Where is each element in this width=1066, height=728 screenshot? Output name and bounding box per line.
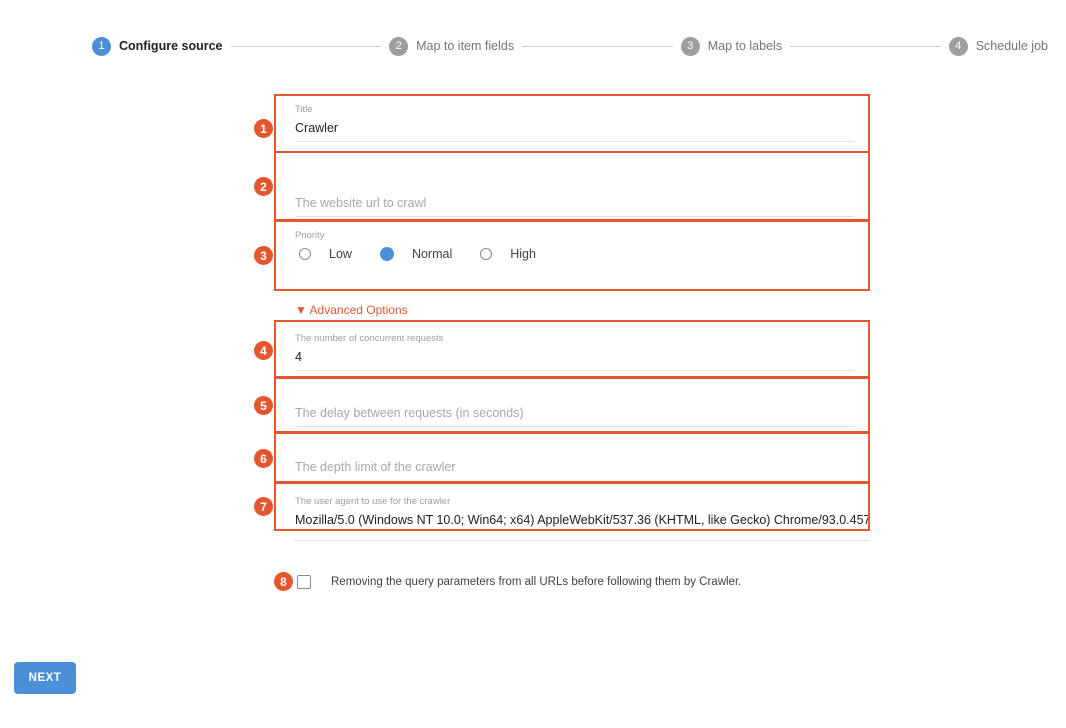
depth-limit-field[interactable]: The depth limit of the crawler xyxy=(274,432,870,483)
remove-query-params-checkbox[interactable] xyxy=(297,574,311,589)
step-map-to-item-fields[interactable]: 2 Map to item fields xyxy=(389,36,515,56)
concurrent-requests-field[interactable]: The number of concurrent requests 4 xyxy=(274,320,870,378)
input-underline xyxy=(295,426,854,427)
title-field[interactable]: Title Crawler xyxy=(274,94,870,153)
radio-high[interactable]: High xyxy=(476,247,536,261)
input-underline xyxy=(295,216,854,217)
concurrent-requests-input[interactable]: 4 xyxy=(295,350,854,364)
annotation-badge: 6 xyxy=(254,449,273,468)
radio-low[interactable]: Low xyxy=(295,247,352,261)
step-number: 3 xyxy=(680,36,700,56)
step-number: 2 xyxy=(389,36,409,56)
step-number: 1 xyxy=(92,36,111,56)
input-underline xyxy=(293,540,869,541)
radio-label: High xyxy=(510,247,536,261)
annotation-badge: 3 xyxy=(254,246,273,265)
delay-input[interactable]: The delay between requests (in seconds) xyxy=(295,406,854,420)
annotation-badge: 5 xyxy=(254,396,273,415)
url-input[interactable]: The website url to crawl xyxy=(295,196,854,210)
delay-field[interactable]: The delay between requests (in seconds) xyxy=(274,377,870,433)
radio-normal[interactable]: Normal xyxy=(376,247,452,261)
concurrent-requests-label: The number of concurrent requests xyxy=(295,333,444,344)
step-label: Configure source xyxy=(119,39,223,53)
step-map-to-labels[interactable]: 3 Map to labels xyxy=(680,36,783,56)
radio-label: Normal xyxy=(411,247,453,261)
radio-unchecked-icon[interactable] xyxy=(480,248,493,260)
advanced-options-toggle[interactable]: ▼ Advanced Options xyxy=(295,303,408,317)
annotation-badge: 8 xyxy=(274,572,293,591)
annotation-badge: 1 xyxy=(254,119,273,138)
step-label: Schedule job xyxy=(975,39,1048,53)
input-underline xyxy=(295,141,854,142)
user-agent-field[interactable]: The user agent to use for the crawler Mo… xyxy=(274,482,870,531)
step-label: Map to item fields xyxy=(416,39,515,53)
step-number: 4 xyxy=(948,36,968,56)
remove-query-params-row[interactable]: 8 Removing the query parameters from all… xyxy=(274,572,741,591)
radio-unchecked-icon[interactable] xyxy=(299,248,311,260)
url-field[interactable]: The website url to crawl xyxy=(274,151,870,221)
step-connector xyxy=(230,45,382,47)
annotation-badge: 2 xyxy=(254,177,273,196)
remove-query-params-label: Removing the query parameters from all U… xyxy=(331,575,742,588)
priority-label: Priority xyxy=(295,230,325,241)
step-label: Map to labels xyxy=(707,39,783,53)
step-connector xyxy=(790,45,941,47)
annotation-badge: 4 xyxy=(254,341,273,360)
user-agent-label: The user agent to use for the crawler xyxy=(295,496,451,507)
stepper: 1 Configure source 2 Map to item fields … xyxy=(92,36,1048,56)
input-underline xyxy=(295,370,854,371)
title-label: Title xyxy=(295,104,313,115)
step-connector xyxy=(522,45,673,47)
radio-label: Low xyxy=(329,247,352,261)
priority-radio-group: Low Normal High xyxy=(295,247,854,261)
radio-checked-icon[interactable] xyxy=(379,247,394,261)
user-agent-input[interactable]: Mozilla/5.0 (Windows NT 10.0; Win64; x64… xyxy=(295,513,868,527)
step-configure-source[interactable]: 1 Configure source xyxy=(92,36,223,56)
title-input[interactable]: Crawler xyxy=(295,121,854,135)
annotation-badge: 7 xyxy=(254,497,273,516)
step-schedule-job[interactable]: 4 Schedule job xyxy=(948,36,1048,56)
depth-limit-input[interactable]: The depth limit of the crawler xyxy=(295,460,854,474)
next-button[interactable]: NEXT xyxy=(14,662,76,694)
priority-field: Priority Low Normal High xyxy=(274,220,870,291)
